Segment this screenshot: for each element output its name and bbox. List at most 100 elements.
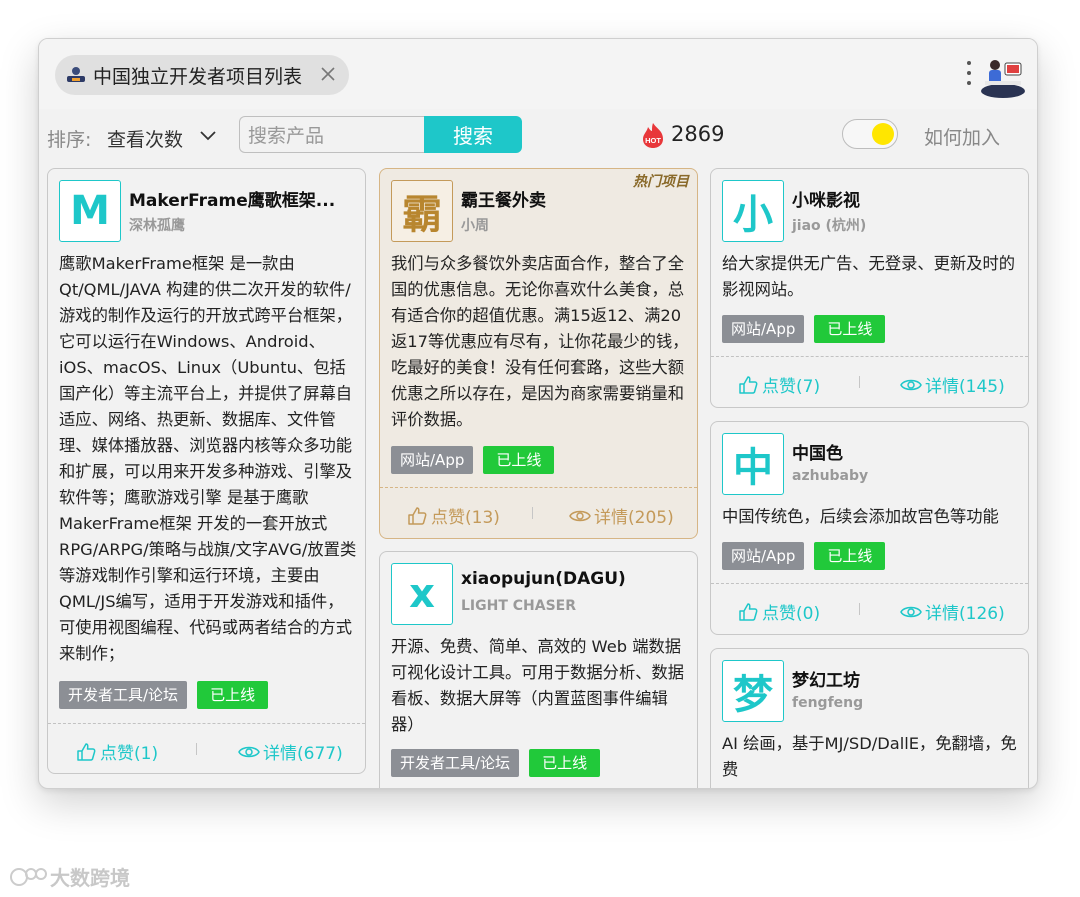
project-author: jiao (杭州)	[792, 218, 867, 234]
card-footer: 点赞(13) 详情(205)	[380, 487, 697, 538]
project-logo: M	[59, 180, 121, 242]
project-card[interactable]: 小 小咪影视 jiao (杭州) 给大家提供无广告、无登录、更新及时的影视网站。…	[710, 168, 1029, 408]
project-name[interactable]: 中国色	[792, 439, 843, 464]
like-count: 点赞(7)	[762, 377, 821, 397]
like-button[interactable]: 点赞(1)	[75, 739, 158, 764]
category-tag[interactable]: 网站/App	[722, 315, 805, 343]
project-description: 中国传统色，后续会添加故宫色等功能	[722, 507, 999, 526]
thumbs-up-icon	[739, 375, 758, 394]
project-author: fengfeng	[792, 695, 864, 711]
like-button[interactable]: 点赞(13)	[406, 503, 500, 528]
project-name[interactable]: xiaopujun(DAGU)	[461, 569, 626, 589]
hot-project-ribbon: 热门项目	[633, 174, 689, 190]
search-field	[239, 116, 425, 154]
status-badge: 已上线	[814, 315, 886, 343]
tag-row: 开发者工具/论坛 已上线	[59, 681, 269, 709]
sort-select[interactable]: 查看次数	[107, 125, 183, 152]
hot-icon: HOT	[643, 123, 663, 148]
tab-title: 中国独立开发者项目列表	[93, 65, 303, 88]
app-window: 中国独立开发者项目列表 排序: 查看次数 搜索 HOT 2869	[38, 38, 1038, 789]
project-name[interactable]: MakerFrame鹰歌框架...	[129, 186, 335, 211]
project-logo: 霸	[391, 180, 453, 242]
project-author: 深林孤鹰	[129, 218, 185, 234]
project-description: 我们与众多餐饮外卖店面合作，整合了全国的优惠信息。无论你喜欢什么美食，总有适合你…	[391, 254, 689, 429]
project-logo: 梦	[722, 660, 784, 722]
project-card[interactable]: 中 中国色 azhubaby 中国传统色，后续会添加故宫色等功能 网站/App …	[710, 421, 1029, 635]
tag-row: 网站/App 已上线	[722, 315, 886, 343]
tab-project-list[interactable]: 中国独立开发者项目列表	[55, 55, 349, 95]
search-button[interactable]: 搜索	[424, 116, 522, 153]
project-description: AI 绘画，基于MJ/SD/DallE，免翻墙，免费	[722, 734, 1017, 779]
eye-icon	[900, 379, 922, 390]
like-button[interactable]: 点赞(7)	[737, 372, 820, 397]
watermark-text: 大数跨境	[50, 866, 130, 890]
project-author: azhubaby	[792, 468, 869, 484]
like-count: 点赞(1)	[100, 744, 159, 764]
divider	[196, 743, 197, 755]
details-button[interactable]: 详情(145)	[900, 372, 1005, 397]
toolbar: 排序: 查看次数 搜索 HOT 2869 如何加入	[39, 109, 1037, 165]
avatar[interactable]	[979, 53, 1027, 99]
thumbs-up-icon	[408, 506, 427, 525]
detail-count: 详情(126)	[925, 604, 1005, 624]
project-name[interactable]: 小咪影视	[792, 186, 860, 211]
project-author: 小周	[461, 218, 489, 234]
sort-label: 排序:	[47, 129, 92, 151]
project-card[interactable]: 梦 梦幻工坊 fengfeng AI 绘画，基于MJ/SD/DallE，免翻墙，…	[710, 648, 1029, 788]
details-button[interactable]: 详情(677)	[238, 739, 343, 764]
project-name[interactable]: 霸王餐外卖	[461, 186, 546, 211]
status-badge: 已上线	[814, 542, 886, 570]
divider	[532, 507, 533, 519]
project-card-hot[interactable]: 热门项目 霸 霸王餐外卖 小周 我们与众多餐饮外卖店面合作，整合了全国的优惠信息…	[379, 168, 698, 539]
app-icon	[67, 67, 85, 82]
divider	[859, 376, 860, 388]
tag-row: 网站/App 已上线	[391, 446, 555, 474]
category-tag[interactable]: 开发者工具/论坛	[59, 681, 188, 709]
details-button[interactable]: 详情(126)	[900, 599, 1005, 624]
like-count: 点赞(13)	[431, 508, 500, 528]
like-count: 点赞(0)	[762, 604, 821, 624]
card-footer: 点赞(0) 详情(126)	[711, 583, 1028, 634]
status-badge: 已上线	[197, 681, 269, 709]
project-description: 鹰歌MakerFrame框架 是一款由 Qt/QML/JAVA 构建的供二次开发…	[59, 254, 357, 663]
project-author: LIGHT CHASER	[461, 598, 577, 614]
category-tag[interactable]: 开发者工具/论坛	[391, 749, 520, 777]
thumbs-up-icon	[77, 742, 96, 761]
toggle-knob	[872, 123, 894, 145]
status-badge: 已上线	[529, 749, 601, 777]
detail-count: 详情(205)	[594, 508, 674, 528]
search-input[interactable]	[240, 117, 420, 154]
title-bar: 中国独立开发者项目列表	[39, 39, 1037, 109]
project-name[interactable]: 梦幻工坊	[792, 666, 860, 691]
status-badge: 已上线	[483, 446, 555, 474]
watermark-logo	[10, 867, 47, 886]
close-icon[interactable]	[317, 63, 339, 85]
project-logo: 小	[722, 180, 784, 242]
project-description: 开源、免费、简单、高效的 Web 端数据可视化设计工具。可用于数据分析、数据看板…	[391, 637, 685, 734]
card-footer: 点赞(7) 详情(145)	[711, 356, 1028, 407]
project-card[interactable]: M MakerFrame鹰歌框架... 深林孤鹰 鹰歌MakerFrame框架 …	[47, 168, 366, 774]
hot-count: 2869	[671, 122, 725, 146]
tag-row: 网站/App 已上线	[722, 542, 886, 570]
detail-count: 详情(145)	[925, 377, 1005, 397]
project-card[interactable]: x xiaopujun(DAGU) LIGHT CHASER 开源、免费、简单、…	[379, 551, 698, 788]
thumbs-up-icon	[739, 602, 758, 621]
how-to-join-link[interactable]: 如何加入	[924, 123, 1000, 150]
chevron-down-icon[interactable]	[199, 129, 217, 143]
hot-label: HOT	[645, 136, 661, 145]
project-description: 给大家提供无广告、无登录、更新及时的影视网站。	[722, 254, 1016, 299]
eye-icon	[569, 510, 591, 521]
detail-count: 详情(677)	[263, 744, 343, 764]
project-logo: 中	[722, 433, 784, 495]
category-tag[interactable]: 网站/App	[391, 446, 474, 474]
like-button[interactable]: 点赞(0)	[737, 599, 820, 624]
eye-icon	[900, 606, 922, 617]
category-tag[interactable]: 网站/App	[722, 542, 805, 570]
more-menu-icon[interactable]	[965, 61, 973, 89]
theme-toggle[interactable]	[842, 119, 898, 149]
watermark: 大数跨境	[10, 862, 130, 891]
details-button[interactable]: 详情(205)	[569, 503, 674, 528]
divider	[859, 603, 860, 615]
card-footer: 点赞(1) 详情(677)	[48, 723, 365, 773]
project-logo: x	[391, 563, 453, 625]
